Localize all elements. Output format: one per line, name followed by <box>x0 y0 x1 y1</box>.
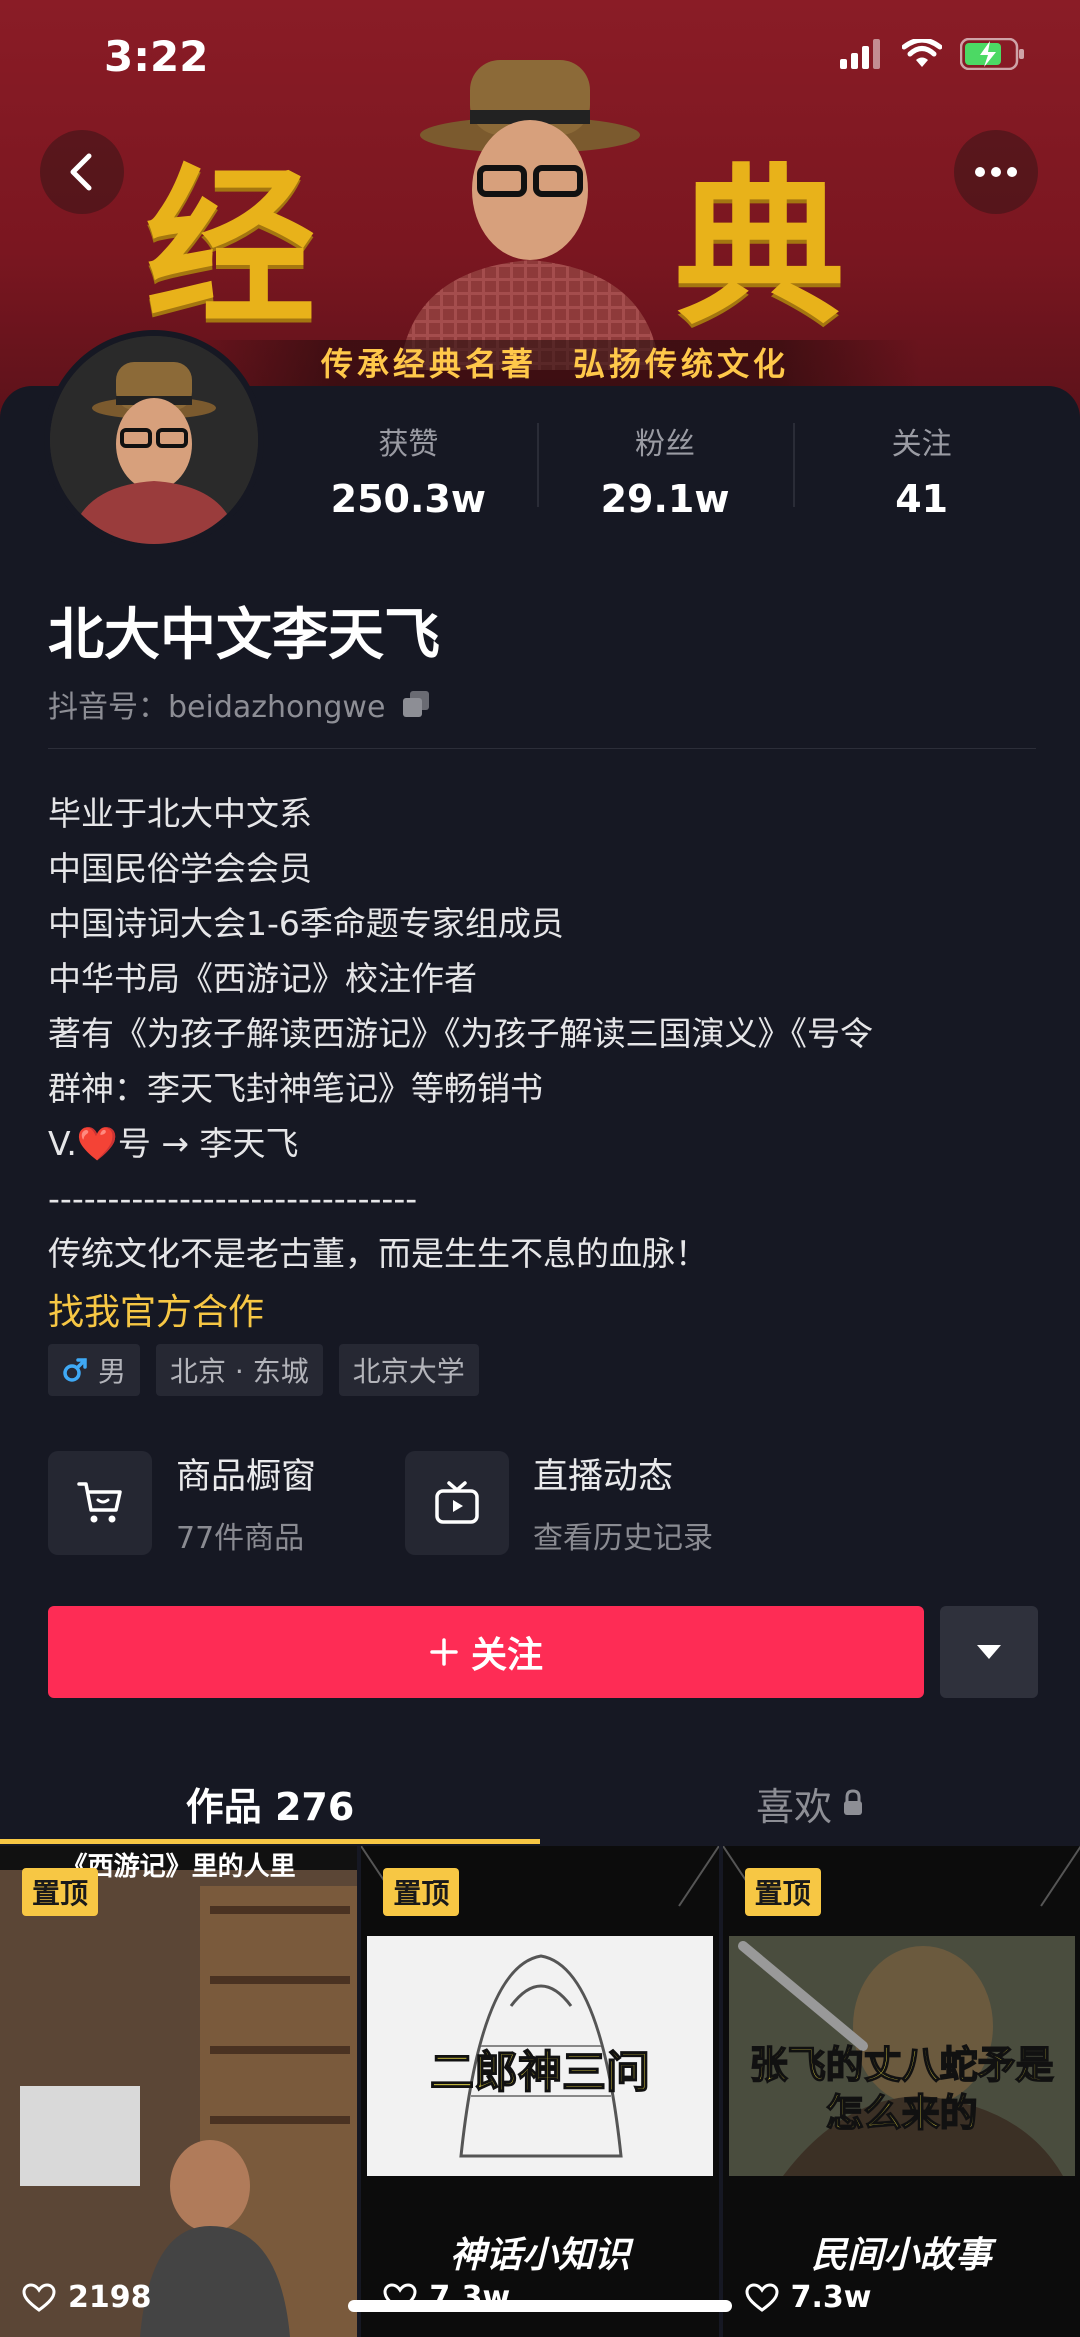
divider <box>48 748 1036 749</box>
caret-down-icon <box>977 1645 1001 1659</box>
video-likes-count: 7.3w <box>790 2280 872 2315</box>
stat-fans-label: 粉丝 <box>635 427 695 462</box>
signal-icon <box>840 39 880 69</box>
status-time: 3:22 <box>104 32 209 81</box>
stat-following-value: 41 <box>895 477 949 521</box>
video-tile[interactable]: 《西游记》里的人里 置顶 2198 <box>0 1846 358 2337</box>
profile-tabs: 作品 276 喜欢 <box>0 1760 1080 1846</box>
live-history-entry[interactable]: 直播动态 查看历史记录 <box>405 1448 805 1557</box>
back-button[interactable] <box>40 130 124 214</box>
bio-line: 群神：李天飞封神笔记》等畅销书 <box>48 1069 543 1108</box>
chevron-left-icon <box>70 153 92 191</box>
shop-window-subtitle: 77件商品 <box>176 1521 305 1556</box>
shop-window-entry[interactable]: 商品橱窗 77件商品 <box>48 1448 405 1557</box>
live-history-subtitle: 查看历史记录 <box>533 1521 713 1556</box>
male-icon <box>63 1358 87 1382</box>
bio-line: 中国诗词大会1-6季命题专家组成员 <box>48 904 564 943</box>
video-likes: 7.3w <box>745 2280 872 2315</box>
tab-liked-label: 喜欢 <box>755 1784 832 1829</box>
bio-line: 中华书局《西游记》校注作者 <box>48 959 477 998</box>
banner-slogan: 传承经典名著 弘扬传统文化 <box>190 340 920 388</box>
stat-likes[interactable]: 获赞 250.3w <box>280 415 537 525</box>
lock-icon <box>844 1789 862 1815</box>
more-options-button[interactable] <box>954 130 1038 214</box>
shop-window-tile <box>48 1450 152 1555</box>
video-thumbnail <box>0 1846 358 2337</box>
pinned-badge: 置顶 <box>383 1868 460 1916</box>
tag-school: 北京大学 <box>338 1344 479 1396</box>
stat-likes-value: 250.3w <box>330 477 486 521</box>
stat-following[interactable]: 关注 41 <box>793 415 1050 525</box>
profile-name: 北大中文李天飞 <box>48 603 440 668</box>
live-history-title: 直播动态 <box>533 1457 674 1497</box>
recommend-dropdown-button[interactable] <box>940 1606 1038 1698</box>
profile-stats: 获赞 250.3w 粉丝 29.1w 关注 41 <box>280 415 1050 525</box>
bio-line: V.❤️号 → 李天飞 <box>48 1124 299 1163</box>
tab-liked[interactable]: 喜欢 <box>540 1760 1080 1846</box>
tab-indicator <box>0 1839 540 1844</box>
profile-tags: 男 北京 · 东城 北京大学 <box>48 1344 479 1396</box>
profile-features: 商品橱窗 77件商品 直播动态 查看历史记录 <box>48 1448 805 1557</box>
profile-bio: 毕业于北大中文系 中国民俗学会会员 中国诗词大会1-6季命题专家组成员 中华书局… <box>48 786 1048 1281</box>
bio-line: ------------------------------- <box>48 1179 418 1218</box>
avatar-image <box>50 336 258 544</box>
status-bar: 3:22 <box>0 0 1080 120</box>
tab-works[interactable]: 作品 276 <box>0 1760 540 1846</box>
plus-icon <box>430 1638 458 1666</box>
stat-fans[interactable]: 粉丝 29.1w <box>536 415 794 525</box>
stat-likes-label: 获赞 <box>378 427 439 462</box>
copy-icon[interactable] <box>401 689 431 719</box>
bio-line: 著有《为孩子解读西游记》《为孩子解读三国演义》《号令 <box>48 1014 873 1053</box>
video-likes: 2198 <box>22 2280 152 2315</box>
official-cooperation-link[interactable]: 找我官方合作 <box>48 1283 264 1335</box>
video-caption: 张飞的丈八蛇矛是怎么来的 <box>749 2042 1055 2136</box>
pinned-badge: 置顶 <box>22 1868 99 1916</box>
home-indicator[interactable] <box>348 2300 732 2312</box>
video-caption: 二郎神三问 <box>429 2046 651 2099</box>
avatar[interactable] <box>44 330 264 550</box>
bio-line: 中国民俗学会会员 <box>48 849 312 888</box>
heart-outline-icon <box>745 2282 779 2312</box>
douyin-id-text: 抖音号：beidazhongwe <box>48 690 386 725</box>
stat-following-label: 关注 <box>891 427 952 462</box>
tag-gender: 男 <box>48 1344 141 1396</box>
tab-works-label: 作品 276 <box>185 1784 355 1829</box>
video-tile[interactable]: 张飞的丈八蛇矛是怎么来的 民间小故事 置顶 7.3w <box>722 1846 1080 2337</box>
video-likes-count: 2198 <box>68 2280 152 2315</box>
pinned-badge: 置顶 <box>744 1868 821 1916</box>
bio-line: 毕业于北大中文系 <box>48 794 312 833</box>
video-grid: 《西游记》里的人里 置顶 2198 二郎神三问 神话小知识 置顶 7.3w 张飞… <box>0 1846 1080 2337</box>
video-subcaption: 神话小知识 <box>449 2234 630 2276</box>
video-subcaption: 民间小故事 <box>811 2234 992 2276</box>
ellipsis-icon <box>975 167 1017 177</box>
follow-button[interactable]: 关注 <box>48 1606 924 1698</box>
live-history-tile <box>405 1450 509 1555</box>
douyin-id: 抖音号：beidazhongwe <box>48 682 431 726</box>
heart-outline-icon <box>22 2282 56 2312</box>
bio-line: 传统文化不是老古董，而是生生不息的血脉！ <box>48 1234 708 1273</box>
cart-icon <box>77 1481 122 1522</box>
video-tile[interactable]: 二郎神三问 神话小知识 置顶 7.3w <box>361 1846 719 2337</box>
battery-charging-icon <box>960 38 1024 70</box>
tv-play-icon <box>435 1480 479 1524</box>
stat-fans-value: 29.1w <box>600 477 730 521</box>
shop-window-title: 商品橱窗 <box>176 1457 317 1497</box>
tag-location: 北京 · 东城 <box>156 1344 323 1396</box>
wifi-icon <box>902 39 942 67</box>
tag-gender-label: 男 <box>98 1355 127 1388</box>
follow-label: 关注 <box>470 1635 543 1676</box>
